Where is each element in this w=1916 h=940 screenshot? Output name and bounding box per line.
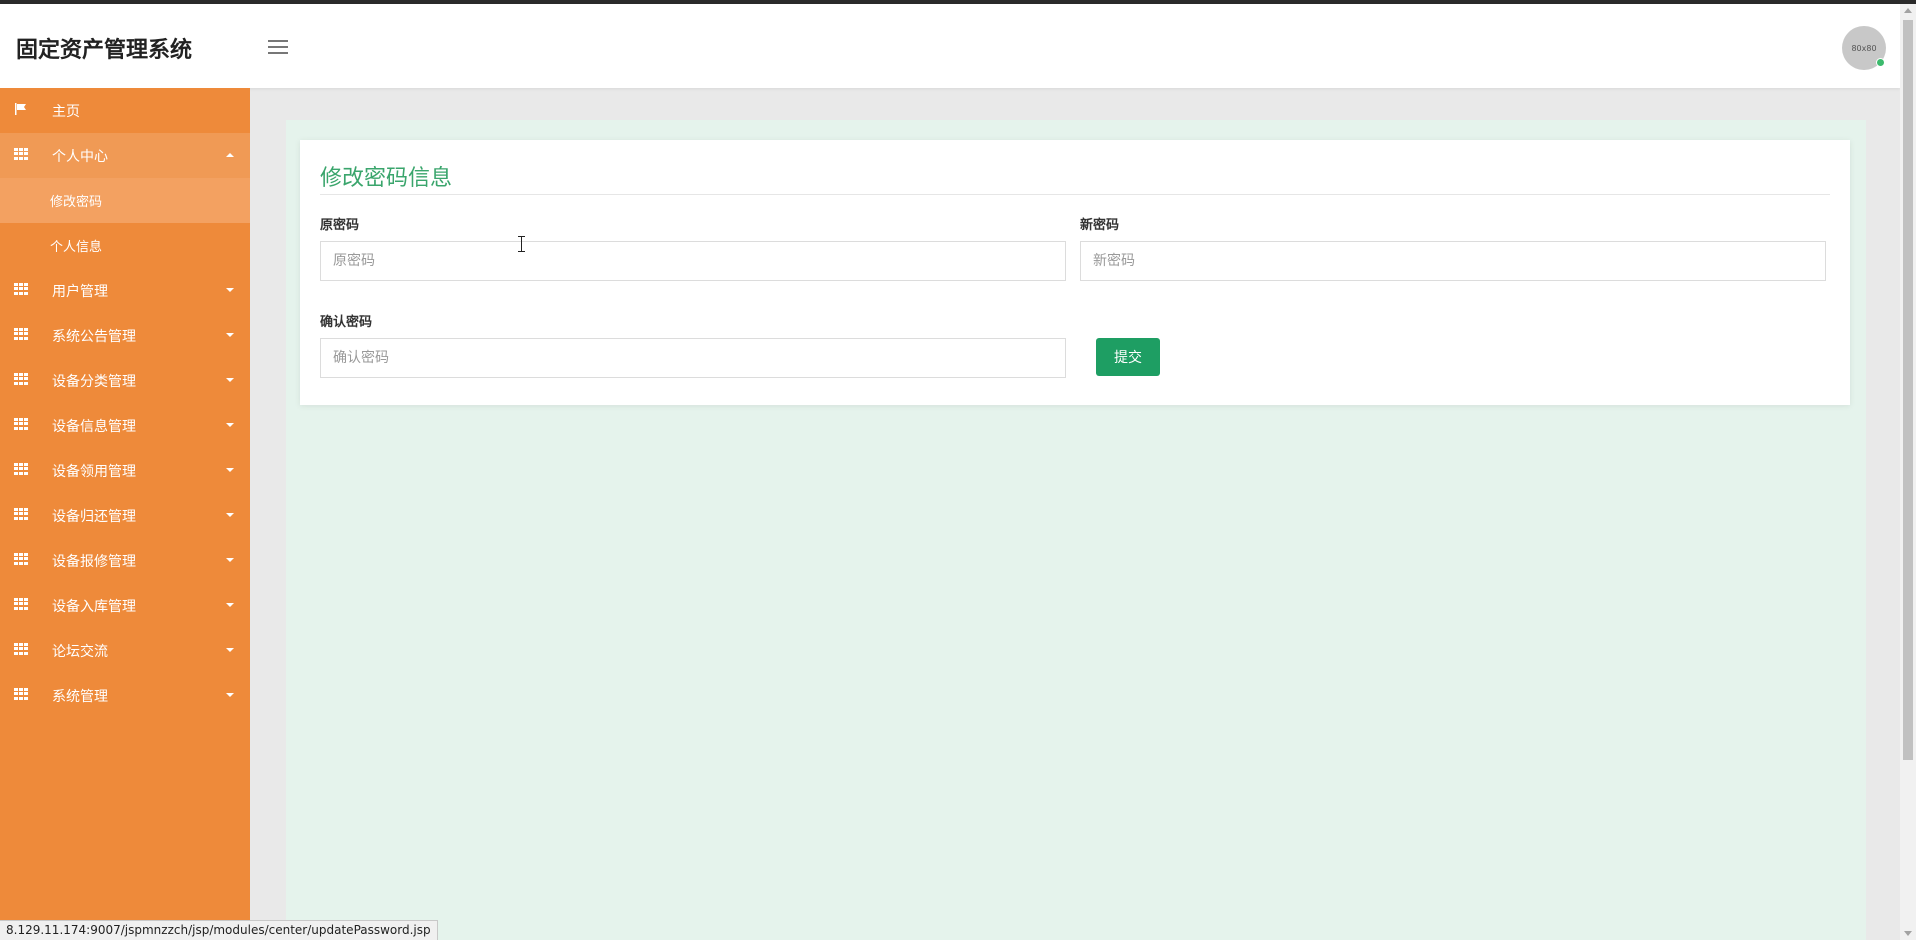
grid-icon xyxy=(14,553,28,565)
grid-icon xyxy=(14,598,28,610)
sidebar-item-device-repair-management[interactable]: 设备报修管理 xyxy=(0,538,250,583)
sidebar-item-device-borrow-management[interactable]: 设备领用管理 xyxy=(0,448,250,493)
chevron-down-icon xyxy=(226,333,234,337)
text-cursor-icon xyxy=(518,236,526,252)
sidebar-item-label: 个人中心 xyxy=(52,148,108,165)
sidebar-item-label: 用户管理 xyxy=(52,283,108,300)
grid-icon xyxy=(14,283,28,295)
sidebar-item-home[interactable]: 主页 xyxy=(0,88,250,133)
sidebar-item-label: 设备入库管理 xyxy=(52,598,136,615)
confirm-password-input[interactable] xyxy=(320,338,1066,378)
scrollbar-thumb[interactable] xyxy=(1903,20,1913,760)
sidebar-item-device-info-management[interactable]: 设备信息管理 xyxy=(0,403,250,448)
chevron-down-icon xyxy=(226,513,234,517)
submit-button[interactable]: 提交 xyxy=(1096,338,1160,376)
grid-icon xyxy=(14,508,28,520)
sidebar-item-label: 系统管理 xyxy=(52,688,108,705)
sidebar-subitem-label: 修改密码 xyxy=(50,195,103,210)
status-bar-url: 8.129.11.174:9007/jspmnzzch/jsp/modules/… xyxy=(0,920,438,940)
sidebar-item-forum[interactable]: 论坛交流 xyxy=(0,628,250,673)
sidebar-subitem-personal-info[interactable]: 个人信息 xyxy=(0,223,250,268)
chevron-down-icon xyxy=(226,648,234,652)
sidebar-item-label: 系统公告管理 xyxy=(52,328,136,345)
confirm-password-label: 确认密码 xyxy=(320,315,373,330)
page-title: 修改密码信息 xyxy=(320,166,453,191)
grid-icon xyxy=(14,328,28,340)
chevron-down-icon xyxy=(226,558,234,562)
grid-icon xyxy=(14,688,28,700)
avatar[interactable]: 80x80 xyxy=(1842,26,1886,70)
sidebar-item-label: 设备领用管理 xyxy=(52,463,136,480)
sidebar: 主页 个人中心 修改密码 个人信息 用户管理 系统公告管理 设备分类管理 设备信… xyxy=(0,88,250,940)
grid-icon xyxy=(14,463,28,475)
title-divider xyxy=(320,194,1830,195)
online-status-dot xyxy=(1876,58,1885,67)
sidebar-item-user-management[interactable]: 用户管理 xyxy=(0,268,250,313)
new-password-label: 新密码 xyxy=(1080,218,1120,233)
old-password-label: 原密码 xyxy=(320,218,360,233)
sidebar-item-label: 设备信息管理 xyxy=(52,418,136,435)
chevron-down-icon xyxy=(226,468,234,472)
avatar-text: 80x80 xyxy=(1851,43,1877,53)
top-header: 固定资产管理系统 80x80 xyxy=(0,4,1900,88)
old-password-input[interactable] xyxy=(320,241,1066,281)
chevron-down-icon xyxy=(226,288,234,292)
sidebar-item-device-category-management[interactable]: 设备分类管理 xyxy=(0,358,250,403)
sidebar-item-label: 设备分类管理 xyxy=(52,373,136,390)
sidebar-subitem-label: 个人信息 xyxy=(50,240,103,255)
grid-icon xyxy=(14,373,28,385)
page-scrollbar[interactable] xyxy=(1900,4,1916,940)
sidebar-item-label: 设备归还管理 xyxy=(52,508,136,525)
sidebar-item-label: 论坛交流 xyxy=(52,643,108,660)
chevron-down-icon xyxy=(226,693,234,697)
sidebar-item-announcement-management[interactable]: 系统公告管理 xyxy=(0,313,250,358)
sidebar-item-personal-center[interactable]: 个人中心 xyxy=(0,133,250,178)
scroll-up-icon[interactable] xyxy=(1904,8,1912,13)
sidebar-item-device-stock-in-management[interactable]: 设备入库管理 xyxy=(0,583,250,628)
app-title: 固定资产管理系统 xyxy=(16,38,193,63)
sidebar-item-device-return-management[interactable]: 设备归还管理 xyxy=(0,493,250,538)
change-password-card: 修改密码信息 原密码 新密码 确认密码 提交 xyxy=(300,140,1850,405)
flag-icon xyxy=(15,103,26,115)
grid-icon xyxy=(14,418,28,430)
sidebar-item-label: 设备报修管理 xyxy=(52,553,136,570)
chevron-down-icon xyxy=(226,378,234,382)
chevron-down-icon xyxy=(226,423,234,427)
grid-icon xyxy=(14,643,28,655)
scroll-down-icon[interactable] xyxy=(1904,931,1912,936)
sidebar-subitem-change-password[interactable]: 修改密码 xyxy=(0,178,250,223)
sidebar-item-system-management[interactable]: 系统管理 xyxy=(0,673,250,718)
hamburger-menu-icon[interactable] xyxy=(268,40,288,56)
grid-icon xyxy=(14,148,28,160)
chevron-up-icon xyxy=(226,153,234,157)
new-password-input[interactable] xyxy=(1080,241,1826,281)
chevron-down-icon xyxy=(226,603,234,607)
sidebar-item-label: 主页 xyxy=(52,103,80,120)
